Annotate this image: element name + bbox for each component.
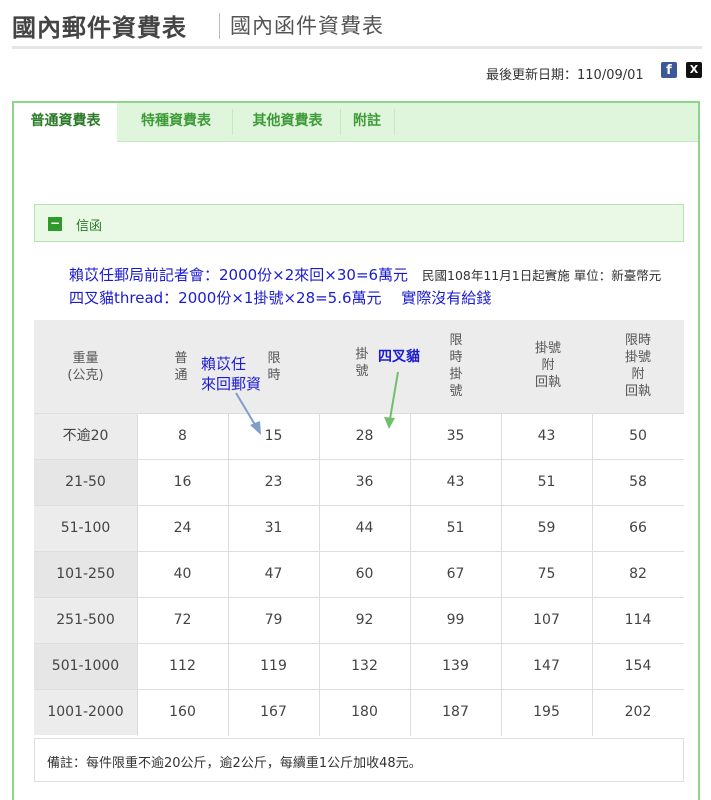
arrow-green-head [384,417,395,429]
arrow-blue-head [250,421,261,435]
arrow-green-line [389,371,399,420]
page-subtitle: 國內函件資費表 [230,14,384,38]
arrow-blue-line [235,392,258,429]
rate-panel: 普通資費表 特種資費表 其他資費表 附註 − 信函 賴苡任郵局前記者會：2000… [12,101,700,800]
title-divider [219,13,220,39]
page-title: 國內郵件資費表 [12,14,187,42]
footnote-text: 備註：每件限重不逾20公斤，逾2公斤，每續重1公斤加收48元。 [47,756,422,771]
x-share-icon[interactable]: X [686,62,702,78]
page-header: 國內郵件資費表 國內函件資費表 [12,8,702,49]
facebook-icon[interactable]: f [661,62,677,78]
footnote-box: 備註：每件限重不逾20公斤，逾2公斤，每續重1公斤加收48元。 [34,738,684,782]
annotation-arrows [235,371,399,435]
last-updated: 最後更新日期：110/09/01 [486,68,644,83]
